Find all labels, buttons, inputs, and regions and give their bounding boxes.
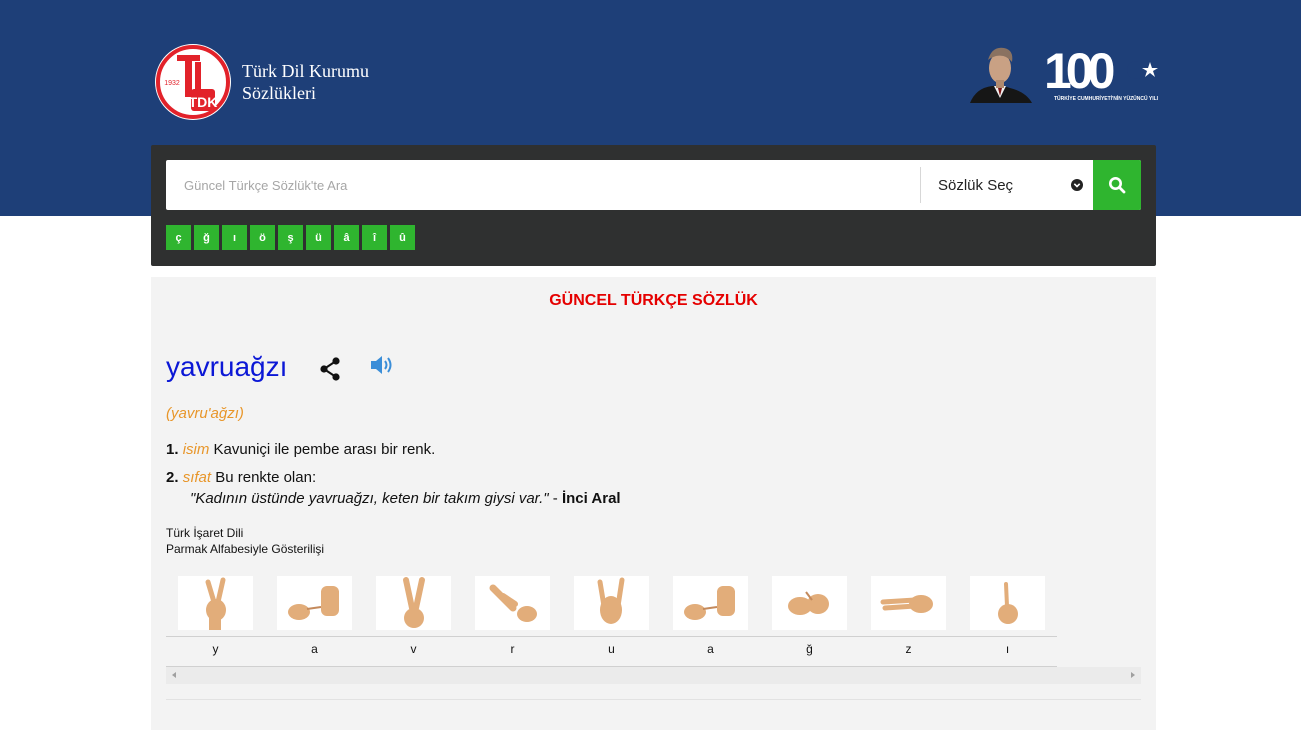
result-panel: GÜNCEL TÜRKÇE SÖZLÜK yavruağzı (yavru'ağ… — [151, 277, 1156, 730]
example-separator: - — [548, 490, 562, 507]
char-key-i-circumflex[interactable]: î — [362, 225, 387, 250]
char-key-c-cedilla[interactable]: ç — [166, 225, 191, 250]
sign-letter: r — [510, 642, 515, 656]
definition-number: 1. — [166, 441, 179, 458]
divider — [166, 699, 1141, 700]
sign-cell: y — [166, 574, 265, 667]
part-of-speech: sıfat — [182, 469, 212, 486]
char-key-u-umlaut[interactable]: ü — [306, 225, 331, 250]
sign-cell: ı — [958, 574, 1057, 667]
dictionary-heading: GÜNCEL TÜRKÇE SÖZLÜK — [549, 292, 758, 309]
sign-cell: u — [562, 574, 661, 667]
centennial-caption: TÜRKİYE CUMHURİYETİ'NİN YÜZÜNCÜ YILI — [1054, 96, 1159, 102]
special-char-keys: ç ğ ı ö ş ü â î û — [166, 225, 415, 250]
search-input[interactable] — [166, 160, 920, 210]
definition-text: Bu renkte olan: — [215, 469, 317, 486]
hand-sign-r-icon — [475, 576, 550, 630]
definition-number: 2. — [166, 469, 179, 486]
char-key-dotless-i[interactable]: ı — [222, 225, 247, 250]
sign-alphabet-strip: y a v r u a ğ z ı — [166, 574, 1057, 667]
sign-letter: v — [410, 642, 417, 656]
sign-cell: a — [265, 574, 364, 667]
sign-letter: a — [707, 642, 714, 656]
part-of-speech: isim — [182, 441, 210, 458]
example-quote: "Kadının üstünde yavruağzı, keten bir ta… — [190, 490, 549, 507]
sign-language-title: Türk İşaret Dili Parmak Alfabesiyle Göst… — [166, 525, 324, 557]
logo-year: 1932 — [164, 80, 180, 87]
sign-cell: z — [859, 574, 958, 667]
sign-language-title-line1: Türk İşaret Dili — [166, 526, 244, 540]
char-key-g-breve[interactable]: ğ — [194, 225, 219, 250]
dictionary-select-label: Sözlük Seç — [938, 176, 1014, 194]
centennial-number: 100 — [1044, 43, 1114, 99]
hand-sign-z-icon — [871, 576, 946, 630]
definition-text: Kavuniçi ile pembe arası bir renk. — [213, 441, 436, 458]
sign-cell: ğ — [760, 574, 859, 667]
chevron-down-icon — [1071, 179, 1083, 191]
sign-letter: ğ — [806, 642, 813, 656]
sign-cell: v — [364, 574, 463, 667]
logo-letters: TDK — [189, 94, 218, 110]
sign-letter: z — [905, 642, 912, 656]
sign-letter: y — [212, 642, 219, 656]
search-panel: Sözlük Seç ç ğ ı ö ş ü â î û — [151, 145, 1156, 266]
example-author: İnci Aral — [561, 490, 621, 507]
hand-sign-v-icon — [376, 576, 451, 630]
definition-2: 2. sıfat Bu renkte olan: — [166, 469, 316, 486]
share-icon[interactable] — [318, 356, 342, 382]
hand-sign-y-icon — [178, 576, 253, 630]
headword: yavruağzı — [166, 351, 288, 382]
pronunciation: (yavru'ağzı) — [166, 405, 244, 422]
scroll-right-icon[interactable] — [1131, 672, 1135, 678]
search-bar: Sözlük Seç — [166, 160, 1141, 210]
horizontal-scrollbar[interactable] — [166, 667, 1141, 684]
sign-letter: a — [311, 642, 318, 656]
hand-sign-u-icon — [574, 576, 649, 630]
centennial-brand: 100 TÜRKİYE CUMHURİYETİ'NİN YÜZÜNCÜ YILI — [966, 40, 1158, 108]
hand-sign-dotless-i-icon — [970, 576, 1045, 630]
hand-sign-g-breve-icon — [772, 576, 847, 630]
speaker-icon[interactable] — [370, 354, 396, 376]
sign-language-title-line2: Parmak Alfabesiyle Gösterilişi — [166, 542, 325, 556]
example-sentence: "Kadının üstünde yavruağzı, keten bir ta… — [190, 490, 621, 507]
sign-cell: a — [661, 574, 760, 667]
char-key-s-cedilla[interactable]: ş — [278, 225, 303, 250]
site-title: Türk Dil Kurumu Sözlükleri — [242, 60, 369, 104]
site-logo[interactable]: TDK 1932 Türk Dil Kurumu Sözlükleri — [155, 44, 369, 120]
scroll-left-icon[interactable] — [172, 672, 176, 678]
search-button[interactable] — [1093, 160, 1141, 210]
hand-sign-a-icon — [673, 576, 748, 630]
tdk-logo-icon: TDK 1932 — [155, 44, 231, 120]
char-key-u-circumflex[interactable]: û — [390, 225, 415, 250]
hand-sign-a-icon — [277, 576, 352, 630]
char-key-a-circumflex[interactable]: â — [334, 225, 359, 250]
site-title-line2: Sözlükleri — [242, 83, 316, 103]
definition-1: 1. isim Kavuniçi ile pembe arası bir ren… — [166, 441, 435, 458]
search-icon — [1109, 177, 1126, 194]
sign-letter: ı — [1005, 642, 1010, 656]
dictionary-select[interactable]: Sözlük Seç — [920, 167, 1093, 203]
sign-letter: u — [608, 642, 615, 656]
sign-cell: r — [463, 574, 562, 667]
char-key-o-umlaut[interactable]: ö — [250, 225, 275, 250]
site-title-line1: Türk Dil Kurumu — [242, 61, 369, 81]
